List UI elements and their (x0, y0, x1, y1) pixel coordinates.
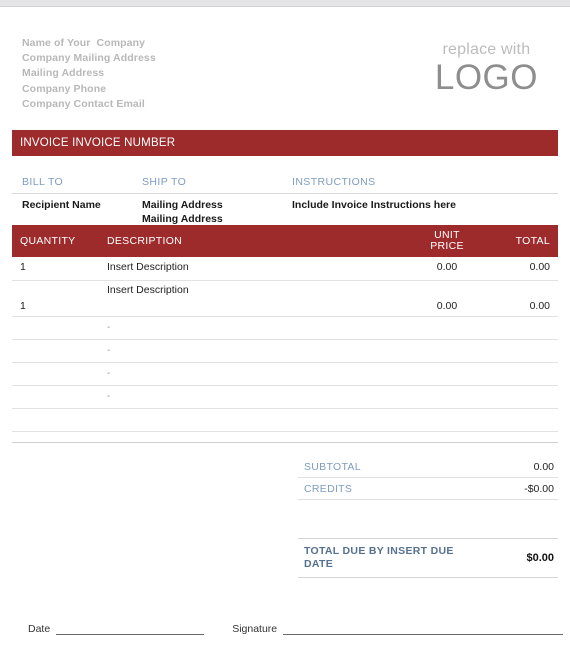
bill-to-value-cell[interactable]: Recipient Name (12, 198, 142, 226)
row-unit-price (408, 409, 486, 431)
credits-label: CREDITS (304, 482, 353, 495)
logo-replace-text: replace with (442, 41, 531, 58)
line-items-header: QUANTITY DESCRIPTION UNIT PRICE TOTAL (12, 225, 558, 257)
table-row-empty[interactable] (12, 409, 558, 432)
total-due-row: TOTAL DUE BY INSERT DUE DATE $0.00 (298, 538, 558, 578)
total-due-value: $0.00 (526, 552, 554, 564)
row-total: 0.00 (529, 300, 550, 312)
invoice-number-title: INVOICE INVOICE NUMBER (20, 137, 176, 149)
column-header-quantity: QUANTITY (20, 235, 76, 247)
table-row-empty[interactable]: - (12, 340, 558, 363)
totals-section: SUBTOTAL 0.00 CREDITS -$0.00 (298, 456, 558, 500)
row-placeholder-dash: - (107, 322, 111, 333)
table-row[interactable]: 1 Insert Description 0.00 0.00 (12, 257, 558, 281)
bill-to-header-cell: BILL TO (12, 172, 142, 190)
row-total (486, 386, 558, 408)
row-quantity: 1 (20, 261, 26, 273)
instructions-label: INSTRUCTIONS (292, 176, 376, 188)
row-unit-price: 0.00 (436, 261, 458, 273)
credits-value: -$0.00 (524, 482, 554, 495)
invoice-document: Name of Your Company Company Mailing Add… (0, 0, 570, 659)
instructions-value-cell[interactable]: Include Invoice Instructions here (292, 198, 558, 226)
signature-section: Date Signature (0, 623, 570, 635)
invoice-instructions: Include Invoice Instructions here (292, 199, 456, 211)
signature-field-group[interactable]: Signature (232, 623, 564, 635)
parties-header-row: BILL TO SHIP TO INSTRUCTIONS (12, 172, 558, 194)
column-header-unit-price: UNIT PRICE (408, 229, 486, 253)
row-quantity (12, 340, 107, 362)
row-total (486, 409, 558, 431)
date-field-group[interactable]: Date (28, 623, 205, 635)
total-due-label: TOTAL DUE BY INSERT DUE DATE (304, 545, 454, 570)
company-phone: Company Phone (22, 82, 107, 95)
company-contact-email: Company Contact Email (22, 97, 145, 110)
signature-label: Signature (232, 623, 278, 635)
row-unit-price: 0.00 (436, 300, 458, 312)
row-placeholder-dash: - (107, 391, 111, 402)
table-row-empty[interactable]: - (12, 317, 558, 340)
document-header: Name of Your Company Company Mailing Add… (0, 36, 570, 120)
signature-input-line[interactable] (283, 624, 564, 635)
company-name: Name of Your Company (22, 37, 146, 49)
ship-to-address-line-1: Mailing Address (142, 199, 223, 211)
logo-text: LOGO (434, 58, 538, 97)
row-quantity (12, 363, 107, 385)
company-info-block: Name of Your Company Company Mailing Add… (22, 36, 156, 112)
company-mailing-address-2: Mailing Address (22, 67, 105, 80)
row-placeholder-dash: - (107, 345, 111, 356)
date-label: Date (28, 623, 51, 635)
line-items-table: QUANTITY DESCRIPTION UNIT PRICE TOTAL 1 … (12, 225, 558, 443)
row-total (486, 363, 558, 385)
column-header-description: DESCRIPTION (107, 235, 183, 247)
row-description: Insert Description (107, 284, 189, 296)
row-quantity (12, 409, 107, 431)
recipient-name: Recipient Name (22, 199, 101, 211)
logo-placeholder[interactable]: replace with LOGO (435, 40, 538, 96)
table-row[interactable]: 1 Insert Description 0.00 0.00 (12, 281, 558, 317)
row-unit-price (408, 340, 486, 362)
ship-to-label: SHIP TO (142, 176, 187, 188)
company-mailing-address-1: Company Mailing Address (22, 52, 156, 65)
column-header-total: TOTAL (515, 235, 550, 247)
subtotal-label: SUBTOTAL (304, 460, 361, 473)
row-unit-price (408, 317, 486, 339)
bill-to-label: BILL TO (22, 176, 64, 188)
credits-row: CREDITS -$0.00 (298, 478, 558, 500)
ship-to-header-cell: SHIP TO (142, 172, 292, 190)
subtotal-row: SUBTOTAL 0.00 (298, 456, 558, 478)
table-bottom-rule (12, 442, 558, 443)
parties-body-row: Recipient Name Mailing Address Mailing A… (12, 194, 558, 226)
column-header-unit-price-line2: PRICE (430, 240, 464, 252)
table-row-empty[interactable]: - (12, 363, 558, 386)
row-placeholder-dash: - (107, 368, 111, 379)
row-quantity (12, 317, 107, 339)
row-quantity (12, 386, 107, 408)
row-unit-price (408, 386, 486, 408)
date-input-line[interactable] (56, 624, 205, 635)
ship-to-value-cell[interactable]: Mailing Address Mailing Address (142, 198, 292, 226)
row-unit-price (408, 363, 486, 385)
table-row-empty[interactable]: - (12, 386, 558, 409)
instructions-header-cell: INSTRUCTIONS (292, 172, 558, 190)
row-quantity: 1 (20, 300, 26, 312)
row-description: Insert Description (107, 261, 189, 273)
row-total (486, 340, 558, 362)
ship-to-address-line-2: Mailing Address (142, 213, 223, 225)
row-description (107, 409, 408, 431)
row-total: 0.00 (529, 261, 550, 273)
window-top-strip (0, 0, 570, 7)
parties-section: BILL TO SHIP TO INSTRUCTIONS Recipient N… (12, 172, 558, 226)
row-total (486, 317, 558, 339)
invoice-title-banner: INVOICE INVOICE NUMBER (12, 130, 558, 156)
subtotal-value: 0.00 (533, 460, 554, 473)
